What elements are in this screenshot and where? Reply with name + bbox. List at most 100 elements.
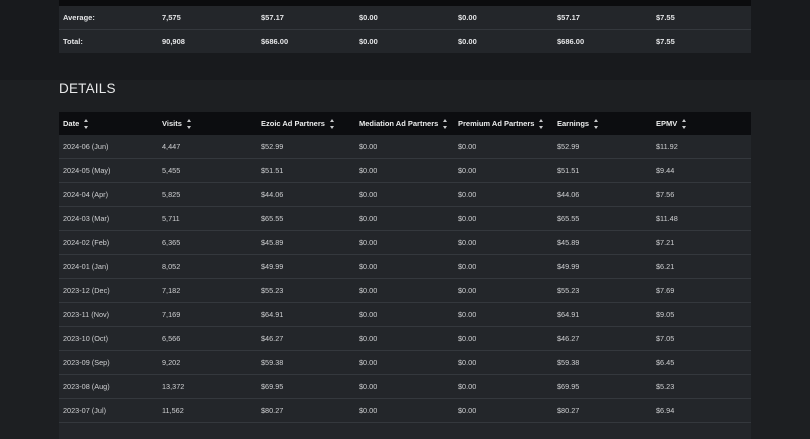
cell-visits: 11,562 bbox=[162, 406, 184, 415]
cell-visits: 6,365 bbox=[162, 238, 181, 247]
sort-icon[interactable] bbox=[186, 118, 192, 129]
cell-ezoic: $80.27 bbox=[261, 406, 284, 415]
column-header-visits[interactable]: Visits bbox=[162, 112, 192, 135]
sort-icon[interactable] bbox=[593, 118, 599, 129]
sort-icon[interactable] bbox=[442, 118, 448, 129]
cell-mediation: $0.00 bbox=[359, 382, 378, 391]
summary-label: Average: bbox=[63, 13, 95, 22]
cell-earnings: $64.91 bbox=[557, 310, 580, 319]
cell-epmv: $6.45 bbox=[656, 358, 675, 367]
cell-date: 2023-11 (Nov) bbox=[63, 310, 110, 319]
cell-premium: $0.00 bbox=[458, 166, 477, 175]
cell-earnings: $46.27 bbox=[557, 334, 580, 343]
cell-epmv: $6.94 bbox=[656, 406, 675, 415]
cell-date: 2024-03 (Mar) bbox=[63, 214, 110, 223]
cell-date: 2023-10 (Oct) bbox=[63, 334, 109, 343]
cell-date: 2023-07 (Jul) bbox=[63, 406, 106, 415]
details-table: Date Visits Ezoic Ad Partners Mediation … bbox=[59, 112, 751, 439]
cell-ezoic: $44.06 bbox=[261, 190, 284, 199]
cell-earnings: $45.89 bbox=[557, 238, 580, 247]
column-header-epmv[interactable]: EPMV bbox=[656, 112, 687, 135]
cell-visits: 7,169 bbox=[162, 310, 181, 319]
cell-ezoic: $46.27 bbox=[261, 334, 284, 343]
cell-epmv: $9.44 bbox=[656, 166, 675, 175]
column-header-label: Premium Ad Partners bbox=[458, 119, 535, 128]
cell-visits: 6,566 bbox=[162, 334, 181, 343]
cell-mediation: $0.00 bbox=[359, 358, 378, 367]
cell-premium: $0.00 bbox=[458, 190, 477, 199]
table-row: 2024-05 (May) 5,455 $51.51 $0.00 $0.00 $51.51… bbox=[59, 159, 751, 183]
cell-visits: 7,182 bbox=[162, 286, 181, 295]
summary-row-total: Total: 90,908 $686.00 $0.00 $0.00 $686.0… bbox=[59, 30, 751, 53]
cell-premium: $0.00 bbox=[458, 334, 477, 343]
column-header-earnings[interactable]: Earnings bbox=[557, 112, 599, 135]
table-row: 2024-04 (Apr) 5,825 $44.06 $0.00 $0.00 $44.06… bbox=[59, 183, 751, 207]
cell-epmv: $5.23 bbox=[656, 382, 675, 391]
table-row: 2023-11 (Nov) 7,169 $64.91 $0.00 $0.00 $64.91… bbox=[59, 303, 751, 327]
cell-epmv: $7.56 bbox=[656, 190, 675, 199]
cell-visits: 5,455 bbox=[162, 166, 181, 175]
column-header-ezoic-ad-partners[interactable]: Ezoic Ad Partners bbox=[261, 112, 335, 135]
cell-ezoic: $45.89 bbox=[261, 238, 284, 247]
details-heading: DETAILS bbox=[59, 81, 116, 96]
cell-date: 2023-12 (Dec) bbox=[63, 286, 110, 295]
cell-date: 2024-04 (Apr) bbox=[63, 190, 109, 199]
cell-mediation: $0.00 bbox=[359, 286, 378, 295]
cell-epmv: $9.05 bbox=[656, 310, 675, 319]
column-header-label: EPMV bbox=[656, 119, 678, 128]
table-row: 2024-06 (Jun) 4,447 $52.99 $0.00 $0.00 $52.99… bbox=[59, 135, 751, 159]
cell-ezoic: $69.95 bbox=[261, 382, 284, 391]
cell-premium: $0.00 bbox=[458, 358, 477, 367]
summary-table: Average: 7,575 $57.17 $0.00 $0.00 $57.17… bbox=[59, 0, 751, 53]
cell-ezoic: $49.99 bbox=[261, 262, 284, 271]
cell-date: 2024-05 (May) bbox=[63, 166, 111, 175]
cell-ezoic: $52.99 bbox=[261, 142, 284, 151]
cell-date: 2024-01 (Jan) bbox=[63, 262, 109, 271]
column-header-date[interactable]: Date bbox=[63, 112, 89, 135]
table-row: 2023-07 (Jul) 11,562 $80.27 $0.00 $0.00 $80.2… bbox=[59, 399, 751, 423]
cell-earnings: $49.99 bbox=[557, 262, 580, 271]
sort-icon[interactable] bbox=[538, 118, 544, 129]
sort-icon[interactable] bbox=[83, 118, 89, 129]
cell-epmv: $11.48 bbox=[656, 214, 678, 223]
cell-date: 2024-06 (Jun) bbox=[63, 142, 109, 151]
summary-ezoic: $57.17 bbox=[261, 13, 284, 22]
cell-visits: 13,372 bbox=[162, 382, 185, 391]
summary-premium: $0.00 bbox=[458, 37, 477, 46]
cell-ezoic: $51.51 bbox=[261, 166, 284, 175]
table-row: 2024-01 (Jan) 8,052 $49.99 $0.00 $0.00 $49.99… bbox=[59, 255, 751, 279]
cell-premium: $0.00 bbox=[458, 406, 477, 415]
summary-mediation: $0.00 bbox=[359, 13, 378, 22]
summary-label: Total: bbox=[63, 37, 83, 46]
summary-visits: 90,908 bbox=[162, 37, 185, 46]
cell-ezoic: $59.38 bbox=[261, 358, 284, 367]
column-header-label: Visits bbox=[162, 119, 182, 128]
summary-ezoic: $686.00 bbox=[261, 37, 289, 46]
cell-visits: 9,202 bbox=[162, 358, 181, 367]
sort-icon[interactable] bbox=[329, 118, 335, 129]
cell-mediation: $0.00 bbox=[359, 238, 378, 247]
cell-date: 2023-09 (Sep) bbox=[63, 358, 110, 367]
cell-premium: $0.00 bbox=[458, 214, 477, 223]
cell-premium: $0.00 bbox=[458, 262, 477, 271]
sort-icon[interactable] bbox=[681, 118, 687, 129]
cell-mediation: $0.00 bbox=[359, 262, 378, 271]
cell-mediation: $0.00 bbox=[359, 142, 378, 151]
cell-visits: 5,711 bbox=[162, 214, 180, 223]
table-row: 2023-09 (Sep) 9,202 $59.38 $0.00 $0.00 $59.38… bbox=[59, 351, 751, 375]
cell-earnings: $52.99 bbox=[557, 142, 580, 151]
column-header-mediation-ad-partners[interactable]: Mediation Ad Partners bbox=[359, 112, 448, 135]
column-header-label: Mediation Ad Partners bbox=[359, 119, 439, 128]
cell-ezoic: $65.55 bbox=[261, 214, 284, 223]
cell-date: 2024-02 (Feb) bbox=[63, 238, 110, 247]
cell-date: 2023-08 (Aug) bbox=[63, 382, 110, 391]
column-header-premium-ad-partners[interactable]: Premium Ad Partners bbox=[458, 112, 544, 135]
cell-mediation: $0.00 bbox=[359, 310, 378, 319]
cell-ezoic: $64.91 bbox=[261, 310, 284, 319]
cell-premium: $0.00 bbox=[458, 310, 477, 319]
cell-ezoic: $55.23 bbox=[261, 286, 284, 295]
summary-earnings: $57.17 bbox=[557, 13, 580, 22]
table-row: 2024-02 (Feb) 6,365 $45.89 $0.00 $0.00 $45.89… bbox=[59, 231, 751, 255]
table-row: 2023-10 (Oct) 6,566 $46.27 $0.00 $0.00 $46.27… bbox=[59, 327, 751, 351]
cell-premium: $0.00 bbox=[458, 286, 477, 295]
